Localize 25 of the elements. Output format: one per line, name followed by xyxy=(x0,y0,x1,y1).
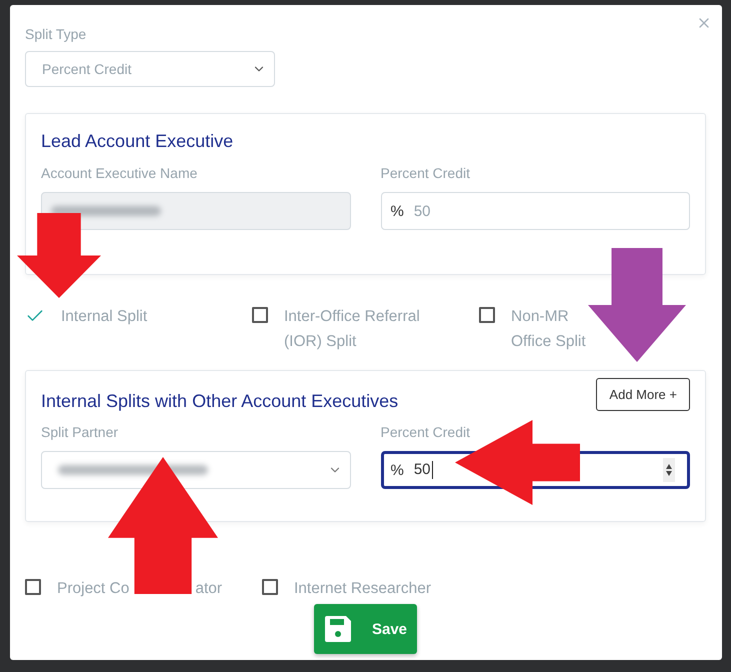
option-label: Project Co xyxy=(57,579,130,599)
field-value: 50 xyxy=(414,202,431,220)
checkbox[interactable] xyxy=(252,307,268,323)
checkbox[interactable] xyxy=(479,307,495,323)
option-label: Internet Researcher xyxy=(294,579,431,599)
percent-sign: % xyxy=(390,202,404,220)
field-label: Split Type xyxy=(25,25,88,44)
option-label: Inter-Office Referral (IOR) Split xyxy=(284,307,420,352)
checkbox[interactable] xyxy=(25,579,41,595)
field-label: Percent Credit xyxy=(380,164,471,183)
field-label: Percent Credit xyxy=(380,423,471,442)
field-label: Account Executive Name xyxy=(41,164,198,183)
percent-sign: % xyxy=(390,462,404,478)
field-label: Split Partner xyxy=(41,423,120,442)
card-title: Lead Account Executive xyxy=(41,130,234,153)
spinner-icon[interactable] xyxy=(663,458,675,482)
option-label: Non-MR Office Split xyxy=(511,307,586,352)
add-more-button[interactable]: Add More + xyxy=(596,378,690,411)
checkbox[interactable] xyxy=(262,579,278,595)
option-label: Internal Split xyxy=(61,307,148,327)
percent-field[interactable]: % 50 xyxy=(380,192,690,230)
option-label: ator xyxy=(195,579,222,599)
field-value: 50 xyxy=(414,460,433,480)
save-button[interactable]: Save xyxy=(314,604,418,654)
card-title: Internal Splits with Other Account Executives xyxy=(41,390,398,413)
